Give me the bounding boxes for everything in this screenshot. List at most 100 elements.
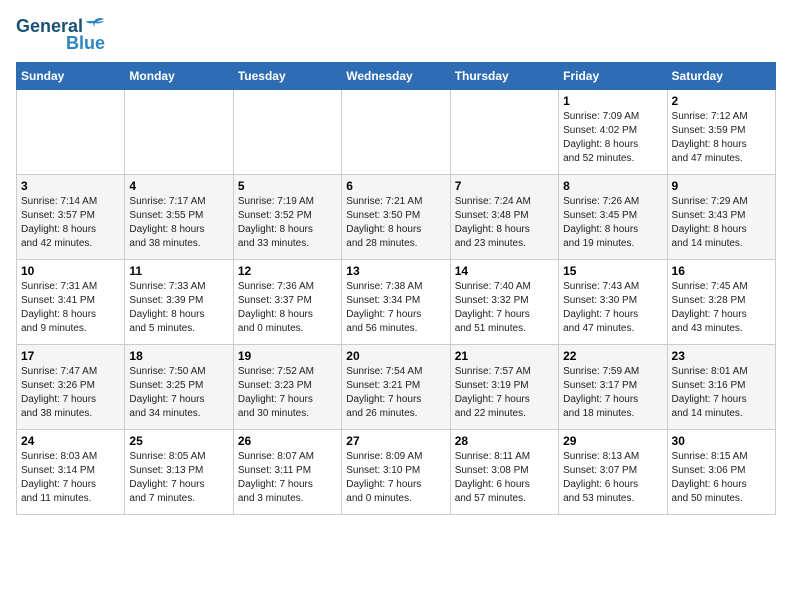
calendar-cell: 12 Sunrise: 7:36 AM Sunset: 3:37 PM Dayli… (233, 260, 341, 345)
day-number: 26 (238, 434, 337, 448)
calendar-cell (125, 90, 233, 175)
calendar-cell (17, 90, 125, 175)
calendar-cell: 4 Sunrise: 7:17 AM Sunset: 3:55 PM Daylig… (125, 175, 233, 260)
calendar-cell: 25 Sunrise: 8:05 AM Sunset: 3:13 PM Dayli… (125, 430, 233, 515)
day-number: 23 (672, 349, 771, 363)
column-header-tuesday: Tuesday (233, 63, 341, 90)
column-header-saturday: Saturday (667, 63, 775, 90)
calendar-cell: 28 Sunrise: 8:11 AM Sunset: 3:08 PM Dayli… (450, 430, 558, 515)
day-info: Sunrise: 7:33 AM Sunset: 3:39 PM Dayligh… (129, 280, 228, 336)
day-number: 12 (238, 264, 337, 278)
day-info: Sunrise: 7:19 AM Sunset: 3:52 PM Dayligh… (238, 195, 337, 251)
calendar-cell: 21 Sunrise: 7:57 AM Sunset: 3:19 PM Dayli… (450, 345, 558, 430)
calendar-cell: 16 Sunrise: 7:45 AM Sunset: 3:28 PM Dayli… (667, 260, 775, 345)
day-number: 15 (563, 264, 662, 278)
day-info: Sunrise: 7:24 AM Sunset: 3:48 PM Dayligh… (455, 195, 554, 251)
day-info: Sunrise: 7:59 AM Sunset: 3:17 PM Dayligh… (563, 365, 662, 421)
calendar-cell: 5 Sunrise: 7:19 AM Sunset: 3:52 PM Daylig… (233, 175, 341, 260)
column-header-friday: Friday (559, 63, 667, 90)
day-number: 27 (346, 434, 445, 448)
day-number: 19 (238, 349, 337, 363)
day-info: Sunrise: 7:31 AM Sunset: 3:41 PM Dayligh… (21, 280, 120, 336)
day-info: Sunrise: 8:01 AM Sunset: 3:16 PM Dayligh… (672, 365, 771, 421)
day-number: 2 (672, 94, 771, 108)
day-number: 22 (563, 349, 662, 363)
day-info: Sunrise: 8:03 AM Sunset: 3:14 PM Dayligh… (21, 450, 120, 506)
day-info: Sunrise: 7:17 AM Sunset: 3:55 PM Dayligh… (129, 195, 228, 251)
day-info: Sunrise: 7:12 AM Sunset: 3:59 PM Dayligh… (672, 110, 771, 166)
day-number: 17 (21, 349, 120, 363)
calendar-cell: 24 Sunrise: 8:03 AM Sunset: 3:14 PM Dayli… (17, 430, 125, 515)
calendar-cell: 23 Sunrise: 8:01 AM Sunset: 3:16 PM Dayli… (667, 345, 775, 430)
day-info: Sunrise: 8:11 AM Sunset: 3:08 PM Dayligh… (455, 450, 554, 506)
day-number: 5 (238, 179, 337, 193)
calendar-cell: 11 Sunrise: 7:33 AM Sunset: 3:39 PM Dayli… (125, 260, 233, 345)
calendar-cell: 6 Sunrise: 7:21 AM Sunset: 3:50 PM Daylig… (342, 175, 450, 260)
day-info: Sunrise: 7:09 AM Sunset: 4:02 PM Dayligh… (563, 110, 662, 166)
day-info: Sunrise: 7:36 AM Sunset: 3:37 PM Dayligh… (238, 280, 337, 336)
day-info: Sunrise: 8:15 AM Sunset: 3:06 PM Dayligh… (672, 450, 771, 506)
day-number: 10 (21, 264, 120, 278)
day-info: Sunrise: 7:45 AM Sunset: 3:28 PM Dayligh… (672, 280, 771, 336)
day-info: Sunrise: 7:43 AM Sunset: 3:30 PM Dayligh… (563, 280, 662, 336)
calendar-cell: 7 Sunrise: 7:24 AM Sunset: 3:48 PM Daylig… (450, 175, 558, 260)
day-info: Sunrise: 7:14 AM Sunset: 3:57 PM Dayligh… (21, 195, 120, 251)
day-number: 3 (21, 179, 120, 193)
day-info: Sunrise: 8:07 AM Sunset: 3:11 PM Dayligh… (238, 450, 337, 506)
day-number: 4 (129, 179, 228, 193)
column-header-wednesday: Wednesday (342, 63, 450, 90)
day-number: 11 (129, 264, 228, 278)
day-info: Sunrise: 8:05 AM Sunset: 3:13 PM Dayligh… (129, 450, 228, 506)
calendar-cell (450, 90, 558, 175)
day-info: Sunrise: 7:50 AM Sunset: 3:25 PM Dayligh… (129, 365, 228, 421)
day-number: 20 (346, 349, 445, 363)
day-number: 25 (129, 434, 228, 448)
calendar-cell: 3 Sunrise: 7:14 AM Sunset: 3:57 PM Daylig… (17, 175, 125, 260)
day-info: Sunrise: 8:13 AM Sunset: 3:07 PM Dayligh… (563, 450, 662, 506)
day-info: Sunrise: 7:29 AM Sunset: 3:43 PM Dayligh… (672, 195, 771, 251)
calendar-cell: 18 Sunrise: 7:50 AM Sunset: 3:25 PM Dayli… (125, 345, 233, 430)
calendar-cell: 29 Sunrise: 8:13 AM Sunset: 3:07 PM Dayli… (559, 430, 667, 515)
day-number: 21 (455, 349, 554, 363)
day-info: Sunrise: 7:26 AM Sunset: 3:45 PM Dayligh… (563, 195, 662, 251)
calendar-cell: 17 Sunrise: 7:47 AM Sunset: 3:26 PM Dayli… (17, 345, 125, 430)
calendar-cell: 14Sunrise: 7:40 AM Sunset: 3:32 PM Dayli… (450, 260, 558, 345)
column-header-monday: Monday (125, 63, 233, 90)
logo: General Blue (16, 16, 105, 54)
calendar-cell: 13 Sunrise: 7:38 AM Sunset: 3:34 PM Dayli… (342, 260, 450, 345)
day-number: 1 (563, 94, 662, 108)
day-number: 24 (21, 434, 120, 448)
day-number: 16 (672, 264, 771, 278)
logo-blue: Blue (66, 33, 105, 54)
day-info: Sunrise: 7:54 AM Sunset: 3:21 PM Dayligh… (346, 365, 445, 421)
day-number: 7 (455, 179, 554, 193)
calendar-cell: 15 Sunrise: 7:43 AM Sunset: 3:30 PM Dayli… (559, 260, 667, 345)
calendar-cell (233, 90, 341, 175)
day-number: 9 (672, 179, 771, 193)
day-number: 8 (563, 179, 662, 193)
calendar-cell: 27 Sunrise: 8:09 AM Sunset: 3:10 PM Dayli… (342, 430, 450, 515)
day-info: Sunrise: 7:47 AM Sunset: 3:26 PM Dayligh… (21, 365, 120, 421)
column-header-sunday: Sunday (17, 63, 125, 90)
day-number: 28 (455, 434, 554, 448)
calendar-cell: 30 Sunrise: 8:15 AM Sunset: 3:06 PM Dayli… (667, 430, 775, 515)
day-number: 30 (672, 434, 771, 448)
column-header-thursday: Thursday (450, 63, 558, 90)
day-info: Sunrise: 7:40 AM Sunset: 3:32 PM Dayligh… (455, 280, 554, 336)
calendar-cell (342, 90, 450, 175)
calendar-cell: 9 Sunrise: 7:29 AM Sunset: 3:43 PM Daylig… (667, 175, 775, 260)
day-info: Sunrise: 8:09 AM Sunset: 3:10 PM Dayligh… (346, 450, 445, 506)
day-info: Sunrise: 7:38 AM Sunset: 3:34 PM Dayligh… (346, 280, 445, 336)
day-info: Sunrise: 7:21 AM Sunset: 3:50 PM Dayligh… (346, 195, 445, 251)
calendar-cell: 8 Sunrise: 7:26 AM Sunset: 3:45 PM Daylig… (559, 175, 667, 260)
day-number: 6 (346, 179, 445, 193)
day-number: 29 (563, 434, 662, 448)
calendar-cell: 19Sunrise: 7:52 AM Sunset: 3:23 PM Dayli… (233, 345, 341, 430)
day-number: 13 (346, 264, 445, 278)
day-info: Sunrise: 7:57 AM Sunset: 3:19 PM Dayligh… (455, 365, 554, 421)
day-number: 18 (129, 349, 228, 363)
calendar-cell: 22 Sunrise: 7:59 AM Sunset: 3:17 PM Dayli… (559, 345, 667, 430)
calendar-cell: 20 Sunrise: 7:54 AM Sunset: 3:21 PM Dayli… (342, 345, 450, 430)
calendar-cell: 26 Sunrise: 8:07 AM Sunset: 3:11 PM Dayli… (233, 430, 341, 515)
calendar-cell: 10 Sunrise: 7:31 AM Sunset: 3:41 PM Dayli… (17, 260, 125, 345)
